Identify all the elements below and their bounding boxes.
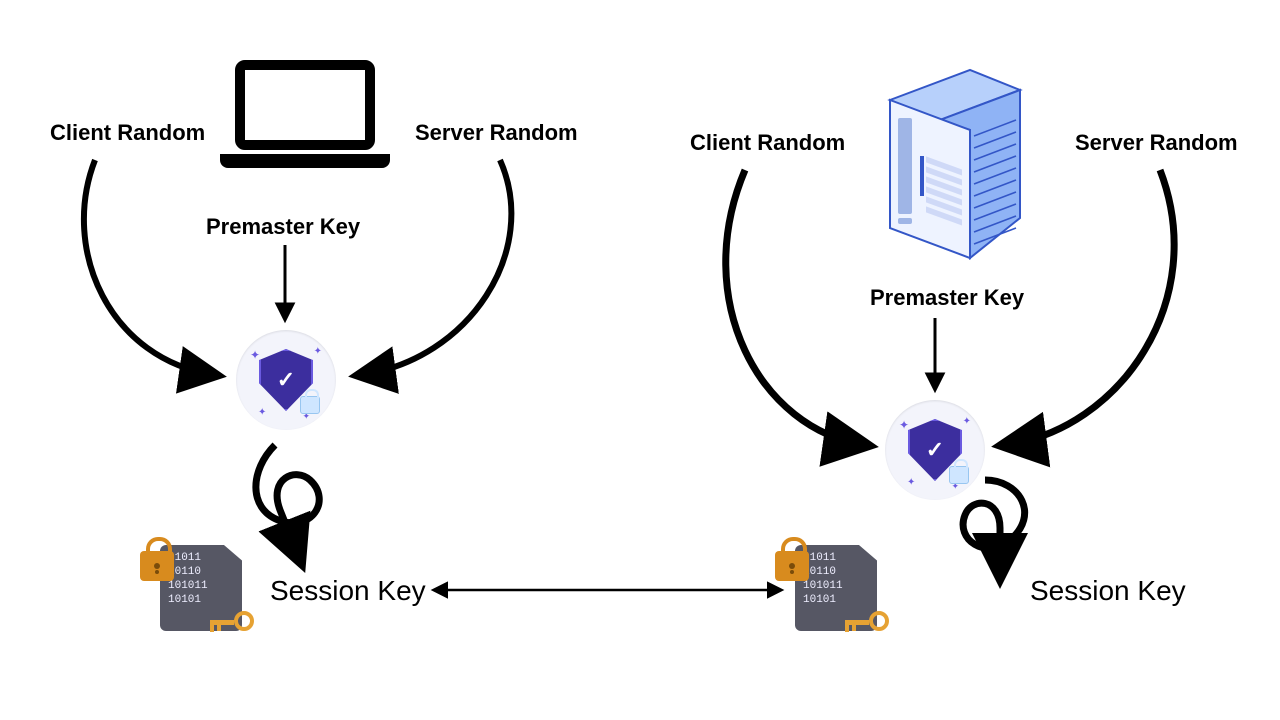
binary-line: 101011: [168, 579, 238, 593]
diagram-stage: Client Random Server Random Premaster Ke…: [0, 0, 1280, 720]
server-icon: [870, 40, 1040, 240]
left-premaster-label: Premaster Key: [206, 214, 360, 240]
binary-line: 101011: [803, 579, 873, 593]
binary-line: 10110: [803, 565, 873, 579]
binary-line: 10101: [168, 593, 238, 607]
right-derivation-badge-icon: ✦✦ ✦✦: [885, 400, 985, 500]
left-derivation-badge-icon: ✦✦ ✦✦: [236, 330, 336, 430]
right-server-random-label: Server Random: [1075, 130, 1238, 156]
left-session-key-label: Session Key: [270, 575, 426, 607]
right-client-random-label: Client Random: [690, 130, 845, 156]
binary-line: 01011: [168, 551, 238, 565]
binary-line: 10101: [803, 593, 873, 607]
right-premaster-label: Premaster Key: [870, 285, 1024, 311]
right-session-key-label: Session Key: [1030, 575, 1186, 607]
laptop-icon: [220, 60, 390, 168]
padlock-icon: [140, 551, 174, 581]
binary-line: 10110: [168, 565, 238, 579]
left-client-random-label: Client Random: [50, 120, 205, 146]
mini-lock-icon: [300, 396, 320, 414]
padlock-icon: [775, 551, 809, 581]
left-server-random-label: Server Random: [415, 120, 578, 146]
key-icon: [845, 609, 889, 637]
right-encrypted-data-icon: 01011 10110 101011 10101: [795, 545, 877, 631]
left-encrypted-data-icon: 01011 10110 101011 10101: [160, 545, 242, 631]
key-icon: [210, 609, 254, 637]
binary-line: 01011: [803, 551, 873, 565]
mini-lock-icon: [949, 466, 969, 484]
